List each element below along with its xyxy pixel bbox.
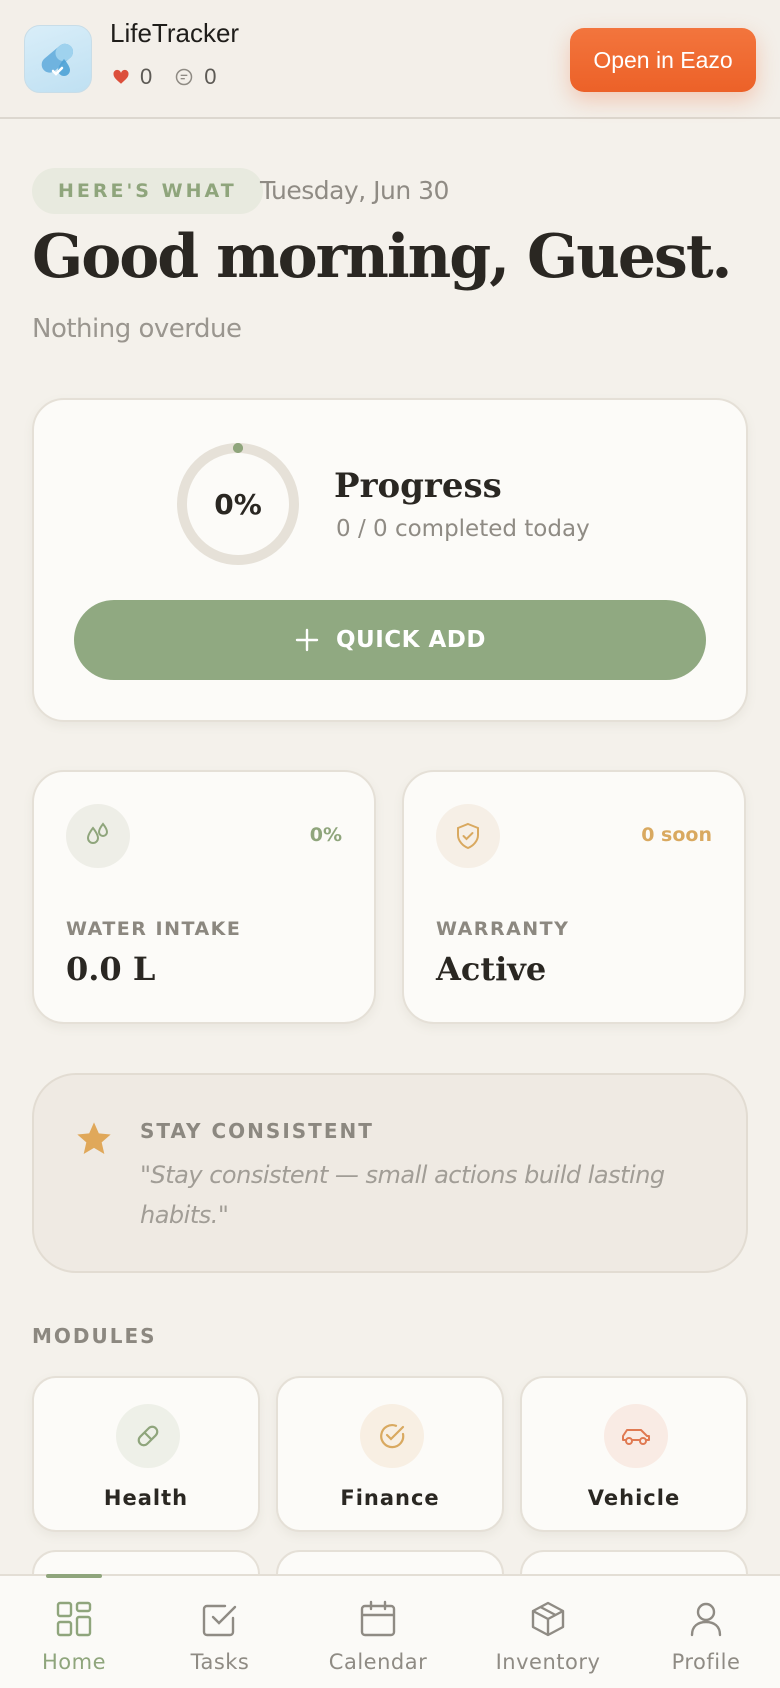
app-stats: 0 0	[112, 64, 229, 90]
progress-card: 0% Progress 0 / 0 completed today QUICK …	[32, 398, 748, 722]
nav-calendar-label: Calendar	[328, 1650, 428, 1674]
calendar-icon	[359, 1598, 397, 1640]
water-intake-card[interactable]: 0% WATER INTAKE 0.0 L	[32, 770, 376, 1024]
module-health[interactable]: Health	[32, 1376, 260, 1532]
home-grid-icon	[55, 1598, 93, 1640]
app-logo-icon	[24, 25, 92, 93]
likes-count: 0	[140, 64, 153, 89]
bottom-navigation: Home Tasks Calendar Inventory Profile	[0, 1574, 780, 1688]
nav-profile-label: Profile	[671, 1650, 741, 1674]
module-vehicle[interactable]: Vehicle	[520, 1376, 748, 1532]
progress-title: Progress	[334, 466, 502, 506]
current-date: Tuesday, Jun 30	[260, 176, 449, 205]
comment-icon	[176, 68, 193, 86]
overdue-status: Nothing overdue	[32, 314, 242, 344]
checkbox-icon	[201, 1598, 239, 1640]
nav-active-indicator	[46, 1574, 102, 1578]
quick-add-label: QUICK ADD	[336, 627, 486, 653]
user-icon	[687, 1598, 725, 1640]
plus-icon	[295, 628, 319, 652]
pill-icon	[116, 1404, 180, 1468]
greeting-eyebrow-badge: HERE'S WHAT	[32, 168, 263, 214]
star-icon	[77, 1122, 111, 1154]
page-title: Good morning, Guest.	[32, 222, 732, 292]
module-vehicle-label: Vehicle	[587, 1486, 681, 1510]
check-circle-icon	[360, 1404, 424, 1468]
progress-percent: 0%	[214, 487, 262, 521]
likes-stat[interactable]: 0	[112, 64, 152, 90]
modules-section-title: MODULES	[32, 1324, 157, 1348]
nav-home-label: Home	[41, 1650, 106, 1674]
quick-add-button[interactable]: QUICK ADD	[74, 600, 706, 680]
water-intake-value: 0.0 L	[66, 950, 156, 988]
warranty-label: WARRANTY	[436, 918, 570, 940]
module-finance[interactable]: Finance	[276, 1376, 504, 1532]
module-finance-label: Finance	[340, 1486, 440, 1510]
comments-stat[interactable]: 0	[174, 64, 217, 90]
quote-text: "Stay consistent — small actions build l…	[140, 1161, 665, 1229]
nav-inventory-label: Inventory	[495, 1650, 601, 1674]
warranty-status: Active	[436, 950, 547, 988]
heart-icon	[113, 69, 129, 84]
shield-check-icon	[436, 804, 500, 868]
box-icon	[529, 1598, 567, 1640]
warranty-soon-badge: 0 soon	[641, 824, 712, 846]
nav-inventory[interactable]: Inventory	[488, 1576, 608, 1688]
car-icon	[604, 1404, 668, 1468]
quote-card: STAY CONSISTENT "Stay consistent — small…	[32, 1073, 748, 1273]
nav-home[interactable]: Home	[24, 1574, 124, 1688]
water-progress-badge: 0%	[309, 824, 342, 846]
nav-calendar[interactable]: Calendar	[318, 1576, 438, 1688]
comments-count: 0	[204, 64, 217, 89]
module-health-label: Health	[103, 1486, 189, 1510]
nav-tasks[interactable]: Tasks	[170, 1576, 270, 1688]
warranty-card[interactable]: 0 soon WARRANTY Active	[402, 770, 746, 1024]
quote-title: STAY CONSISTENT	[140, 1119, 374, 1143]
app-name: LifeTracker	[110, 18, 240, 48]
progress-summary: 0 / 0 completed today	[336, 516, 590, 542]
nav-profile[interactable]: Profile	[656, 1576, 756, 1688]
nav-tasks-label: Tasks	[190, 1650, 250, 1674]
open-in-eazo-button[interactable]: Open in Eazo	[570, 28, 756, 92]
droplets-icon	[66, 804, 130, 868]
app-header: LifeTracker 0 0 Open in Eazo	[0, 0, 780, 119]
water-intake-label: WATER INTAKE	[66, 918, 242, 940]
